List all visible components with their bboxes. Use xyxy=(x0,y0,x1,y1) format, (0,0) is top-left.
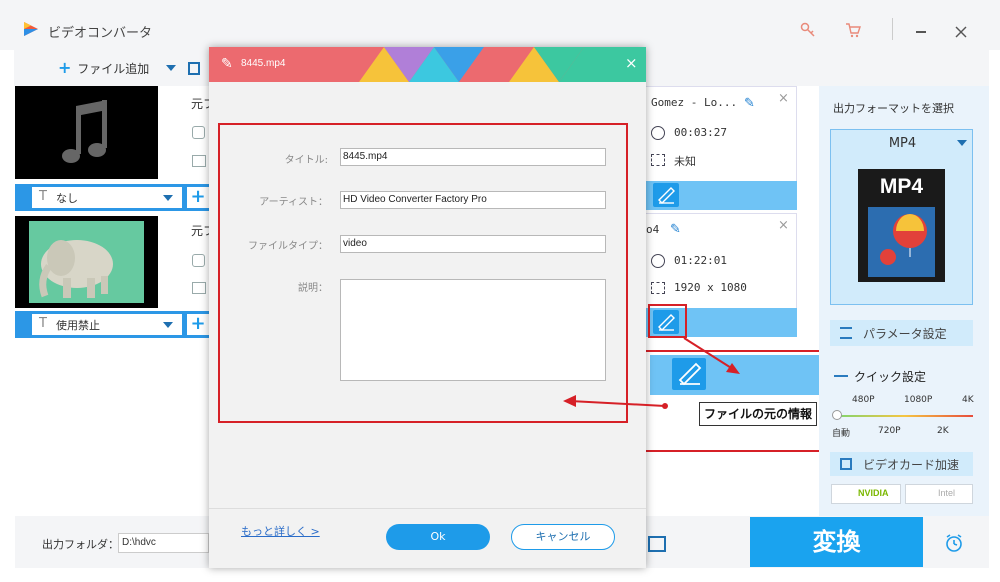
file-1-add-subtitle-button[interactable]: + xyxy=(187,187,209,208)
text-icon: T xyxy=(39,316,47,331)
dialog-title: 8445.mp4 xyxy=(241,58,286,69)
file-2-add-subtitle-button[interactable]: + xyxy=(187,314,209,335)
file-1-duration: 00:03:27 xyxy=(674,126,727,139)
hot-air-balloon-image xyxy=(880,214,927,265)
minimize-icon[interactable] xyxy=(916,31,926,33)
quality-label-2k: 2K xyxy=(937,426,949,436)
thumbnail-2[interactable] xyxy=(15,216,158,308)
chevron-down-icon xyxy=(163,195,173,201)
cancel-label: キャンセル xyxy=(535,530,591,543)
quality-label-720p: 720P xyxy=(878,426,901,436)
dialog-header: ✎ 8445.mp4 × xyxy=(209,47,646,82)
resolution-icon xyxy=(651,282,665,294)
file-2-subtitle-value: 使用禁止 xyxy=(56,319,100,332)
gpu-accel-label: ビデオカード加速 xyxy=(863,458,960,472)
file-1-name: Gomez - Lo... xyxy=(651,96,738,109)
quality-label-1080p: 1080P xyxy=(904,395,933,405)
output-folder-input[interactable]: D:\hdvc xyxy=(118,533,209,553)
music-note-icon xyxy=(62,100,107,163)
file-2-source-icon xyxy=(192,254,205,267)
intel-chip[interactable]: Intel xyxy=(905,484,973,504)
thumbnail-1[interactable] xyxy=(15,86,158,179)
add-file-label: ファイル追加 xyxy=(77,62,150,76)
mp4-thumbnail: MP4 xyxy=(858,169,945,282)
quality-label-4k: 4K xyxy=(962,395,974,405)
quality-slider-track[interactable] xyxy=(836,415,973,417)
cart-icon[interactable] xyxy=(845,22,861,38)
format-card[interactable]: MP4 MP4 xyxy=(830,129,973,305)
file-2-duration: 01:22:01 xyxy=(674,254,727,267)
params-button[interactable]: パラメータ設定 xyxy=(830,320,973,346)
quality-label-480p: 480P xyxy=(852,395,875,405)
format-dropdown-icon xyxy=(957,140,967,146)
clock-icon xyxy=(651,254,665,268)
app-logo-icon xyxy=(22,20,40,38)
edit-info-icon xyxy=(658,187,675,204)
intel-label: Intel xyxy=(938,488,956,498)
chip-icon xyxy=(840,458,852,470)
ok-label: Ok xyxy=(430,530,446,543)
convert-button[interactable]: 変換 xyxy=(750,517,923,567)
title-bar: ビデオコンバータ xyxy=(0,0,1000,50)
more-details-link[interactable]: もっと詳しく > xyxy=(241,523,320,539)
film-icon[interactable] xyxy=(188,62,200,75)
separator xyxy=(892,18,893,40)
file-2-close-icon[interactable]: × xyxy=(778,218,789,233)
ok-button[interactable]: Ok xyxy=(386,524,490,550)
key-icon[interactable] xyxy=(800,22,816,38)
params-label: パラメータ設定 xyxy=(863,327,947,341)
file-2-folder-icon[interactable] xyxy=(192,282,206,294)
sliders-icon xyxy=(840,327,852,339)
file-1-subtitle-value: なし xyxy=(56,192,78,205)
quick-settings-label: クイック設定 xyxy=(854,370,927,384)
file-2-resolution: 1920 x 1080 xyxy=(674,281,747,294)
convert-label: 変換 xyxy=(812,528,861,556)
file-2-edit-name-icon[interactable]: ✎ xyxy=(670,222,681,237)
dialog-close-icon[interactable]: × xyxy=(625,54,638,72)
elephant-image xyxy=(39,240,113,298)
chevron-down-icon xyxy=(163,322,173,328)
resolution-icon xyxy=(651,154,665,166)
nvidia-chip[interactable]: NVIDIA xyxy=(831,484,901,504)
quality-slider-thumb[interactable] xyxy=(832,410,842,420)
output-folder-label: 出力フォルダ： xyxy=(42,538,119,551)
file-1-resolution: 未知 xyxy=(674,155,696,168)
annotation-box-fields xyxy=(218,123,628,423)
annotation-box-zoom xyxy=(644,350,831,452)
file-2-name: o4 xyxy=(646,223,660,236)
plus-icon: + xyxy=(58,58,72,77)
file-1-edit-name-icon[interactable]: ✎ xyxy=(744,96,755,111)
cancel-button[interactable]: キャンセル xyxy=(511,524,615,550)
quality-label-auto: 自動 xyxy=(832,429,851,439)
dialog-edit-icon: ✎ xyxy=(221,56,233,72)
add-file-button[interactable]: + ファイル追加 xyxy=(58,60,149,78)
close-icon[interactable] xyxy=(955,26,967,38)
file-1-source-icon xyxy=(192,126,205,139)
file-1-close-icon[interactable]: × xyxy=(778,91,789,106)
file-2-subtitle-select[interactable]: T 使用禁止 xyxy=(32,314,182,335)
annotation-box-button xyxy=(648,304,687,338)
output-folder-value: D:\hdvc xyxy=(122,537,156,548)
app-title: ビデオコンバータ xyxy=(48,26,153,41)
gpu-accel-button[interactable]: ビデオカード加速 xyxy=(830,452,973,476)
file-1-subtitle-select[interactable]: T なし xyxy=(32,187,182,208)
select-format-label: 出力フォーマットを選択 xyxy=(833,102,954,115)
file-1-folder-icon[interactable] xyxy=(192,155,206,167)
nvidia-label: NVIDIA xyxy=(858,488,889,498)
alarm-clock-icon[interactable] xyxy=(944,533,964,553)
merge-icon[interactable] xyxy=(648,536,666,552)
quick-settings-icon xyxy=(834,375,848,377)
add-file-dropdown-icon[interactable] xyxy=(166,65,176,71)
dialog-footer-divider xyxy=(209,508,646,509)
format-name: MP4 xyxy=(888,136,917,151)
text-icon: T xyxy=(39,189,47,204)
file-1-info-button[interactable] xyxy=(653,183,679,207)
clock-icon xyxy=(651,126,665,140)
